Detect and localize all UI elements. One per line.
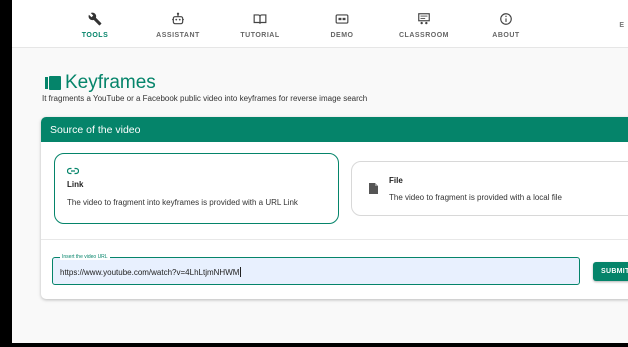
nav-assistant-label: ASSISTANT [156, 32, 200, 39]
nav-tools-label: TOOLS [81, 32, 109, 39]
video-url-field[interactable]: Insert the video URL https://www.youtube… [52, 254, 580, 285]
link-option-title: Link [67, 180, 84, 189]
keyframes-icon [45, 76, 61, 90]
submit-button[interactable]: SUBMIT [593, 262, 628, 281]
nav-tutorial[interactable]: TUTORIAL [215, 0, 305, 48]
nav-about[interactable]: ABOUT [461, 0, 551, 48]
source-card: Source of the video Link The video to fr… [41, 117, 628, 299]
nav-classroom-label: CLASSROOM [399, 32, 449, 39]
robot-icon [172, 12, 184, 25]
top-navigation: TOOLS ASSISTANT TUTORIAL DEMO CLASSROOM … [12, 0, 628, 48]
source-option-file[interactable]: File The video to fragment is provided w… [351, 161, 628, 216]
classroom-icon [418, 13, 430, 25]
text-caret [240, 267, 242, 277]
file-option-description: The video to fragment is provided with a… [389, 193, 562, 202]
divider [41, 239, 628, 240]
info-icon [500, 13, 512, 25]
nav-cut-label[interactable]: E [619, 22, 624, 29]
nav-tutorial-label: TUTORIAL [240, 32, 280, 39]
nav-assistant[interactable]: ASSISTANT [133, 0, 223, 48]
page-header: Keyframes [45, 72, 156, 94]
video-url-value: https://www.youtube.com/watch?v=4LhLtjmN… [60, 267, 240, 277]
source-card-header: Source of the video [41, 117, 628, 142]
nav-demo[interactable]: DEMO [297, 0, 387, 48]
video-url-label: Insert the video URL [60, 254, 110, 260]
video-url-input[interactable]: https://www.youtube.com/watch?v=4LhLtjmN… [60, 267, 242, 277]
app-window: TOOLS ASSISTANT TUTORIAL DEMO CLASSROOM … [12, 0, 628, 343]
link-icon [67, 167, 79, 175]
nav-demo-label: DEMO [330, 32, 354, 39]
link-option-description: The video to fragment into keyframes is … [67, 198, 298, 207]
source-option-link[interactable]: Link The video to fragment into keyframe… [54, 153, 339, 224]
wrench-icon [88, 12, 102, 26]
nav-tools[interactable]: TOOLS [50, 0, 140, 48]
file-icon [369, 183, 378, 194]
video-icon [335, 14, 349, 24]
book-icon [253, 14, 267, 24]
page-subtitle: It fragments a YouTube or a Facebook pub… [42, 94, 368, 103]
nav-classroom[interactable]: CLASSROOM [379, 0, 469, 48]
page-title: Keyframes [65, 72, 156, 93]
file-option-title: File [389, 176, 403, 185]
nav-about-label: ABOUT [492, 32, 520, 39]
